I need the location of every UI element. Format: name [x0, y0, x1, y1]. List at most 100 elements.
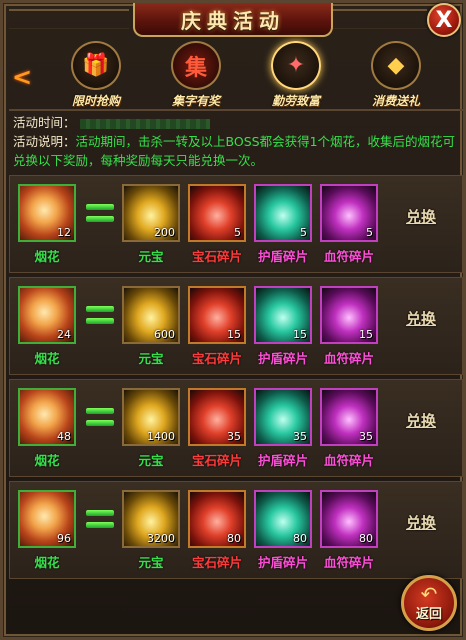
- shield-name: 护盾碎片: [257, 555, 308, 570]
- gold-ingot-icon: ◆: [371, 41, 421, 90]
- rune-name: 血符碎片: [323, 453, 374, 468]
- equals-icon: [86, 204, 114, 224]
- exchange-row: 12 烟花 200 元宝 5 宝石碎片 5 护盾碎片 5 血符碎片 兑换: [9, 175, 463, 273]
- gem-name: 宝石碎片: [191, 453, 242, 468]
- shield-quantity: 35: [293, 430, 307, 443]
- shield-quantity: 5: [300, 226, 307, 239]
- shield-name: 护盾碎片: [257, 453, 308, 468]
- ingot-quantity: 1400: [147, 430, 175, 443]
- shield-name: 护盾碎片: [257, 351, 308, 366]
- exchange-row: 24 烟花 600 元宝 15 宝石碎片 15 护盾碎片 15 血符碎片 兑换: [9, 277, 463, 375]
- back-arrow-icon: ↶: [420, 581, 438, 606]
- gift-box-icon: 🎁: [71, 41, 121, 90]
- close-button[interactable]: X: [427, 3, 461, 37]
- shield-name: 护盾碎片: [257, 249, 308, 264]
- shield-shard-icon[interactable]: 5: [254, 184, 312, 242]
- tab-flash-sale[interactable]: 🎁 限时抢购: [61, 41, 131, 109]
- firework-name: 烟花: [34, 351, 60, 366]
- collect-char-icon: 集: [171, 41, 221, 90]
- shield-shard-icon[interactable]: 80: [254, 490, 312, 548]
- tab-label: 勤劳致富: [271, 94, 320, 108]
- gem-name: 宝石碎片: [191, 555, 242, 570]
- title-banner: 庆典活动: [133, 3, 333, 37]
- gem-shard-icon[interactable]: 35: [188, 388, 246, 446]
- gem-shard-icon[interactable]: 80: [188, 490, 246, 548]
- exchange-button[interactable]: 兑换: [406, 410, 436, 431]
- gem-shard-icon[interactable]: 15: [188, 286, 246, 344]
- activity-info: 活动时间： 活动说明：活动期间，击杀一转及以上BOSS都会获得1个烟花，收集后的…: [13, 113, 461, 170]
- gold-ingot-icon[interactable]: 1400: [122, 388, 180, 446]
- tab-label: 限时抢购: [71, 94, 120, 108]
- gem-quantity: 5: [234, 226, 241, 239]
- activity-time-value-redacted: [79, 118, 210, 129]
- shield-shard-icon[interactable]: 15: [254, 286, 312, 344]
- ingot-name: 元宝: [138, 249, 164, 264]
- ingot-name: 元宝: [138, 351, 164, 366]
- exchange-button[interactable]: 兑换: [406, 308, 436, 329]
- ingot-quantity: 3200: [147, 532, 175, 545]
- shield-shard-icon[interactable]: 35: [254, 388, 312, 446]
- gold-ingot-icon[interactable]: 3200: [122, 490, 180, 548]
- ingot-quantity: 600: [154, 328, 175, 341]
- rune-quantity: 15: [359, 328, 373, 341]
- rune-quantity: 80: [359, 532, 373, 545]
- gem-quantity: 35: [227, 430, 241, 443]
- firework-name: 烟花: [34, 249, 60, 264]
- firework-quantity: 48: [57, 430, 71, 443]
- firework-icon[interactable]: 24: [18, 286, 76, 344]
- tab-label: 消费送礼: [371, 94, 420, 108]
- rune-shard-icon[interactable]: 35: [320, 388, 378, 446]
- activity-time-line: 活动时间：: [13, 113, 461, 132]
- gem-quantity: 80: [227, 532, 241, 545]
- page-title: 庆典活动: [181, 8, 285, 33]
- equals-icon: [86, 408, 114, 428]
- gem-quantity: 15: [227, 328, 241, 341]
- tab-bar: < 🎁 限时抢购 集 集字有奖 ✦ 勤劳致富 ◆ 消费送礼: [9, 39, 463, 111]
- gem-shard-icon[interactable]: 5: [188, 184, 246, 242]
- rune-name: 血符碎片: [323, 555, 374, 570]
- rune-shard-icon[interactable]: 5: [320, 184, 378, 242]
- rune-quantity: 35: [359, 430, 373, 443]
- back-button[interactable]: ↶ 返回: [401, 575, 457, 631]
- firework-icon[interactable]: 96: [18, 490, 76, 548]
- gem-name: 宝石碎片: [191, 351, 242, 366]
- exchange-row: 96 烟花 3200 元宝 80 宝石碎片 80 护盾碎片 80 血符碎片 兑换: [9, 481, 463, 579]
- gem-name: 宝石碎片: [191, 249, 242, 264]
- rune-shard-icon[interactable]: 15: [320, 286, 378, 344]
- firework-name: 烟花: [34, 555, 60, 570]
- shield-quantity: 80: [293, 532, 307, 545]
- rune-quantity: 5: [366, 226, 373, 239]
- shield-quantity: 15: [293, 328, 307, 341]
- firework-icon[interactable]: 48: [18, 388, 76, 446]
- tab-label: 集字有奖: [171, 94, 220, 108]
- ingot-quantity: 200: [154, 226, 175, 239]
- firework-quantity: 96: [57, 532, 71, 545]
- exchange-button[interactable]: 兑换: [406, 512, 436, 533]
- equals-icon: [86, 510, 114, 530]
- winged-crest-icon: ✦: [271, 41, 321, 90]
- nav-prev-arrow-icon[interactable]: <: [11, 63, 33, 91]
- rune-name: 血符碎片: [323, 249, 374, 264]
- exchange-list: 12 烟花 200 元宝 5 宝石碎片 5 护盾碎片 5 血符碎片 兑换 24 烟花 600 元宝 15 宝石碎…: [9, 175, 463, 583]
- exchange-button[interactable]: 兑换: [406, 206, 436, 227]
- tab-collect-chars[interactable]: 集 集字有奖: [161, 41, 231, 109]
- ingot-name: 元宝: [138, 453, 164, 468]
- rune-name: 血符碎片: [323, 351, 374, 366]
- activity-desc-label: 活动说明：: [13, 134, 76, 149]
- firework-quantity: 12: [57, 226, 71, 239]
- activity-desc-text: 活动期间，击杀一转及以上BOSS都会获得1个烟花，收集后的烟花可兑换以下奖励，每…: [13, 134, 456, 168]
- exchange-row: 48 烟花 1400 元宝 35 宝石碎片 35 护盾碎片 35 血符碎片 兑换: [9, 379, 463, 477]
- activity-panel: 庆典活动 X < 🎁 限时抢购 集 集字有奖 ✦ 勤劳致富 ◆ 消费送礼 活动时…: [0, 0, 466, 640]
- firework-quantity: 24: [57, 328, 71, 341]
- equals-icon: [86, 306, 114, 326]
- title-ornament-left: [9, 9, 129, 29]
- tab-spend-gift[interactable]: ◆ 消费送礼: [361, 41, 431, 109]
- firework-name: 烟花: [34, 453, 60, 468]
- gold-ingot-icon[interactable]: 600: [122, 286, 180, 344]
- back-label: 返回: [415, 606, 442, 622]
- firework-icon[interactable]: 12: [18, 184, 76, 242]
- tab-hard-work[interactable]: ✦ 勤劳致富: [261, 41, 331, 109]
- gold-ingot-icon[interactable]: 200: [122, 184, 180, 242]
- rune-shard-icon[interactable]: 80: [320, 490, 378, 548]
- ingot-name: 元宝: [138, 555, 164, 570]
